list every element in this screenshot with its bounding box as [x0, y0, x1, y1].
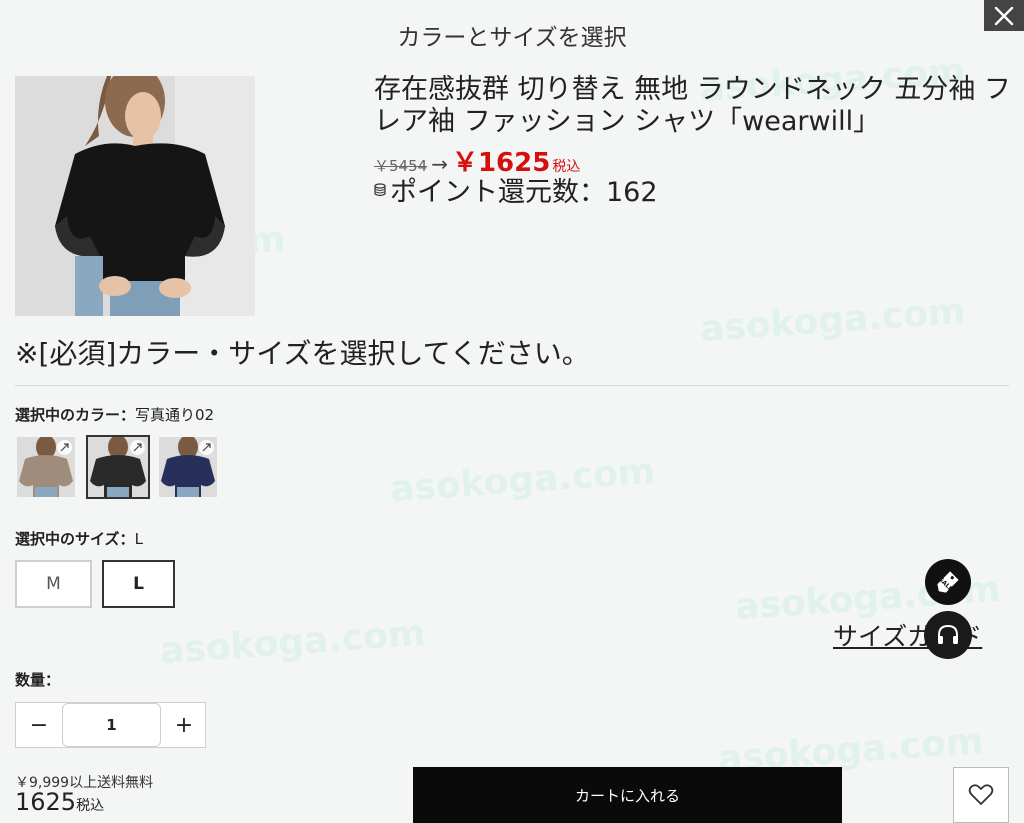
- color-selection-label: 選択中のカラー：写真通り02: [15, 404, 214, 425]
- watermark: asokoga.com: [388, 450, 657, 511]
- quantity-decrease-button[interactable]: −: [16, 703, 62, 747]
- sale-tag-button[interactable]: SALE: [925, 559, 971, 605]
- color-selected-value: 写真通り02: [135, 406, 215, 424]
- quantity-stepper: − +: [15, 702, 206, 748]
- watermark: asokoga.com: [158, 612, 427, 673]
- total-price: 1625税込: [15, 788, 104, 816]
- total-tax-label: 税込: [76, 798, 105, 814]
- quantity-label: 数量：: [15, 671, 61, 689]
- close-icon: [994, 6, 1014, 25]
- zoom-icon: [57, 440, 72, 455]
- size-selected-value: L: [134, 530, 143, 548]
- product-title: 存在感抜群 切り替え 無地 ラウンドネック 五分袖 フレア袖 ファッション シャ…: [374, 74, 1011, 137]
- zoom-icon: [130, 440, 145, 455]
- quantity-increase-button[interactable]: +: [161, 703, 207, 747]
- sale-tag-icon: SALE: [937, 571, 959, 593]
- size-selection-label: 選択中のサイズ：L: [15, 528, 143, 549]
- color-swatch-navy[interactable]: [159, 437, 217, 497]
- heart-icon: [968, 784, 994, 805]
- close-button[interactable]: [984, 0, 1024, 31]
- headset-icon: [938, 624, 958, 644]
- size-label: 選択中のサイズ：: [15, 530, 135, 548]
- size-option-m[interactable]: M: [15, 560, 92, 608]
- favorite-button[interactable]: [953, 767, 1009, 823]
- sheet-title: カラーとサイズを選択: [397, 25, 627, 51]
- quantity-input[interactable]: [62, 703, 161, 747]
- total-value: 1625: [15, 788, 77, 816]
- color-label: 選択中のカラー：: [15, 406, 136, 424]
- watermark: asokoga.com: [698, 290, 967, 351]
- add-to-cart-button[interactable]: カートに入れる: [413, 767, 842, 823]
- required-notice: ※[必須]カラー・サイズを選択してください。: [15, 337, 590, 370]
- coin-stack-icon: [374, 182, 386, 196]
- size-option-l[interactable]: L: [102, 560, 175, 608]
- product-image: [15, 76, 255, 316]
- divider: [15, 385, 1009, 386]
- customer-support-button[interactable]: [924, 611, 972, 659]
- color-swatch-black[interactable]: [86, 435, 150, 499]
- zoom-icon: [199, 440, 214, 455]
- color-swatch-beige[interactable]: [17, 437, 75, 497]
- points-text: ポイント還元数：162: [390, 177, 658, 208]
- points-row: ポイント還元数：162: [374, 170, 658, 209]
